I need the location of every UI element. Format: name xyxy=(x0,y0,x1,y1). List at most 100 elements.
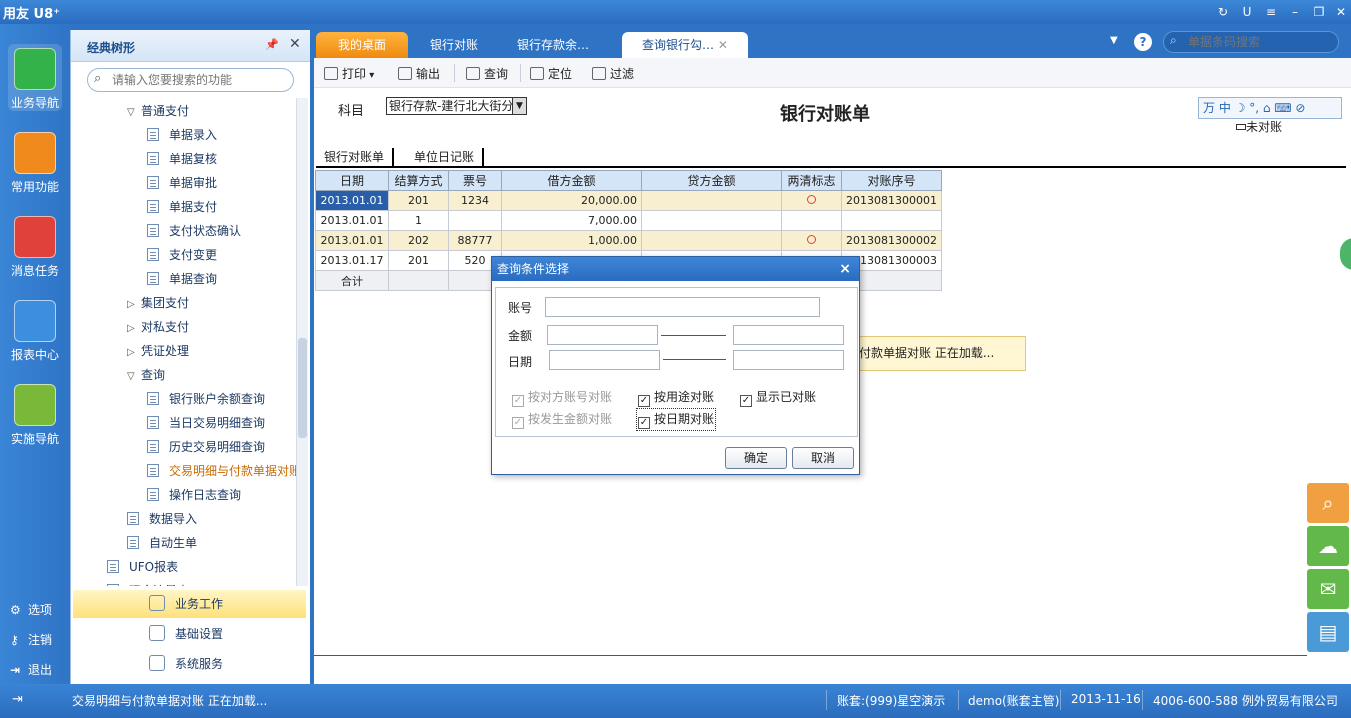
ime-toolbar[interactable]: 万 中 ☽ °, ⌂ ⌨ ⊘ xyxy=(1198,97,1342,119)
nav-implementation[interactable]: 实施导航 xyxy=(8,384,62,447)
column-header[interactable]: 票号 xyxy=(448,170,502,191)
table-cell[interactable]: 2013081300001 xyxy=(841,190,942,211)
cloud-icon[interactable]: ☁ xyxy=(1307,526,1349,566)
checkbox-option[interactable]: ✓ 按用途对账 xyxy=(638,388,714,407)
table-cell[interactable] xyxy=(781,190,842,211)
table-cell[interactable] xyxy=(448,210,502,231)
table-cell[interactable]: 2013.01.17 xyxy=(315,250,389,271)
table-cell[interactable] xyxy=(641,210,782,231)
nav-business[interactable]: 业务导航 xyxy=(8,44,62,111)
toolbar-button[interactable]: 定位 xyxy=(530,65,572,82)
subtab-journal[interactable]: 单位日记账 xyxy=(406,148,485,166)
table-cell[interactable]: 201 xyxy=(388,190,449,211)
tree-item[interactable]: 单据录入 xyxy=(147,124,217,146)
search-icon[interactable]: ⌕ xyxy=(1307,483,1349,523)
tree-search-input[interactable] xyxy=(112,72,288,88)
tree-item[interactable]: 当日交易明细查询 xyxy=(147,412,265,434)
tab[interactable]: 我的桌面 xyxy=(316,32,408,58)
table-cell[interactable]: 1 xyxy=(388,210,449,231)
amount-to-field[interactable] xyxy=(733,325,844,345)
inbox-icon[interactable]: ▤ xyxy=(1307,612,1349,652)
menu-icon[interactable]: ≡ xyxy=(1262,3,1280,21)
close-icon[interactable]: ✕ xyxy=(1332,3,1350,21)
pin-icon[interactable]: 📌 xyxy=(265,38,279,51)
help-icon[interactable]: ? xyxy=(1134,33,1152,51)
panel-button[interactable]: 业务工作 xyxy=(73,590,306,618)
column-header[interactable]: 借方金额 xyxy=(501,170,642,191)
tree-item[interactable]: 单据支付 xyxy=(147,196,217,218)
table-cell[interactable]: 2013.01.01 xyxy=(315,210,389,231)
tree-item[interactable]: 支付变更 xyxy=(147,244,217,266)
chevron-down-icon[interactable]: ▼ xyxy=(512,98,526,114)
chevron-right-icon[interactable]: ▷ xyxy=(127,318,141,340)
nav-messages[interactable]: 消息任务 xyxy=(8,216,62,279)
toolbar-button[interactable]: 输出 xyxy=(398,65,440,82)
nav-reports[interactable]: 报表中心 xyxy=(8,300,62,363)
tab[interactable]: 查询银行勾… ✕ xyxy=(622,32,748,58)
date-to-field[interactable] xyxy=(733,350,844,370)
chevron-down-icon[interactable]: ▽ xyxy=(127,102,141,124)
tree-item[interactable]: ▽ 普通支付 xyxy=(127,100,189,122)
table-cell[interactable]: 201 xyxy=(388,250,449,271)
tree-scroll-thumb[interactable] xyxy=(298,338,307,438)
column-header[interactable]: 两清标志 xyxy=(781,170,842,191)
exit-button[interactable]: ⇥ 退出 xyxy=(10,661,52,678)
table-cell[interactable] xyxy=(641,230,782,251)
bill-search-box[interactable]: ⌕ xyxy=(1163,31,1339,53)
table-cell[interactable]: 2013.01.01 xyxy=(315,190,389,211)
table-cell[interactable]: 2013081300002 xyxy=(841,230,942,251)
cancel-button[interactable]: 取消 xyxy=(792,447,854,469)
column-header[interactable]: 贷方金额 xyxy=(641,170,782,191)
table-cell[interactable]: 1,000.00 xyxy=(501,230,642,251)
date-from-field[interactable] xyxy=(549,350,660,370)
tab[interactable]: 银行存款余… xyxy=(498,32,608,58)
tab[interactable]: 银行对账 xyxy=(410,32,498,58)
table-row[interactable]: 2013.01.01 201 1234 20,000.00 2013081300001 xyxy=(315,190,942,211)
tab-dropdown-icon[interactable]: ▼ xyxy=(1110,35,1118,46)
tree-item[interactable]: 自动生单 xyxy=(127,532,197,554)
tree-item[interactable]: 支付状态确认 xyxy=(147,220,241,242)
chevron-right-icon[interactable]: ▷ xyxy=(127,342,141,364)
column-header[interactable]: 结算方式 xyxy=(388,170,449,191)
table-cell[interactable] xyxy=(781,230,842,251)
checkbox[interactable]: ✓ xyxy=(638,395,650,407)
chevron-down-icon[interactable]: ▽ xyxy=(127,366,141,388)
logout-button[interactable]: ⚷ 注销 xyxy=(10,631,52,648)
minimize-icon[interactable]: – xyxy=(1286,3,1304,21)
tree-search-box[interactable]: ⌕ xyxy=(87,68,294,92)
checkbox[interactable]: ✓ xyxy=(740,395,752,407)
restore-icon[interactable]: ❐ xyxy=(1310,3,1328,21)
tree-item[interactable]: 历史交易明细查询 xyxy=(147,436,265,458)
amount-from-field[interactable] xyxy=(547,325,658,345)
column-header[interactable]: 对账序号 xyxy=(841,170,942,191)
subtab-bank-statement[interactable]: 银行对账单 xyxy=(316,148,395,166)
tree-close-icon[interactable]: ✕ xyxy=(289,36,301,52)
bill-search-input[interactable] xyxy=(1188,34,1333,50)
checkbox[interactable]: ✓ xyxy=(638,417,650,429)
tree-item[interactable]: 单据查询 xyxy=(147,268,217,290)
account-field[interactable] xyxy=(545,297,820,317)
panel-button[interactable]: 基础设置 xyxy=(73,620,306,648)
table-cell[interactable]: 1234 xyxy=(448,190,502,211)
tree-item[interactable]: ▷ 凭证处理 xyxy=(127,340,189,362)
tree-item[interactable]: UFO报表 xyxy=(107,556,178,578)
table-cell[interactable]: 7,000.00 xyxy=(501,210,642,231)
checkbox-option[interactable]: ✓ 显示已对账 xyxy=(740,388,816,407)
table-row[interactable]: 2013.01.01 1 7,000.00 xyxy=(315,210,942,231)
checkbox-option[interactable]: ✓ 按日期对账 xyxy=(635,408,717,431)
ok-button[interactable]: 确定 xyxy=(725,447,787,469)
tree-item[interactable]: ▷ 对私支付 xyxy=(127,316,189,338)
tree-item[interactable]: ▽ 查询 xyxy=(127,364,165,386)
u-icon[interactable]: U xyxy=(1238,3,1256,21)
chat-icon[interactable]: ✉ xyxy=(1307,569,1349,609)
table-cell[interactable] xyxy=(781,210,842,231)
column-header[interactable]: 日期 xyxy=(315,170,389,191)
tree-item[interactable]: 单据复核 xyxy=(147,148,217,170)
chevron-right-icon[interactable]: ▷ xyxy=(127,294,141,316)
toolbar-button[interactable]: 打印 ▾ xyxy=(324,65,374,82)
table-row[interactable]: 2013.01.01 202 88777 1,000.00 2013081300002 xyxy=(315,230,942,251)
tree-item[interactable]: 现金流量表 xyxy=(107,580,189,586)
tree-item[interactable]: ▷ 集团支付 xyxy=(127,292,189,314)
toolbar-button[interactable]: 过滤 xyxy=(592,65,634,82)
tree-scrollbar[interactable] xyxy=(296,98,308,586)
